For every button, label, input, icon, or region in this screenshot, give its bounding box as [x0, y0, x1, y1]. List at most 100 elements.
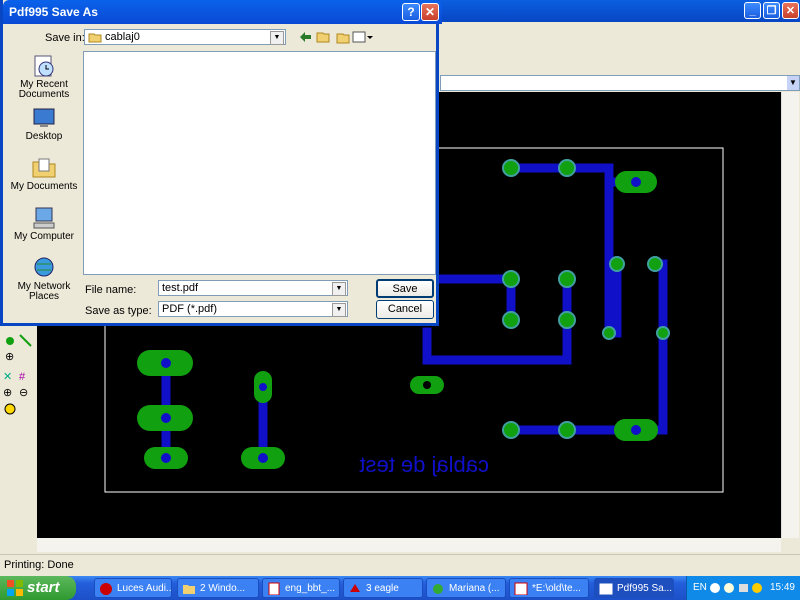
pad-hole [259, 383, 267, 391]
editor-icon [514, 582, 528, 595]
save-in-value: cablaj0 [105, 31, 140, 43]
pad [656, 326, 670, 340]
pad-hole [161, 453, 171, 463]
cancel-button[interactable]: Cancel [376, 300, 434, 319]
save-as-type-select[interactable]: PDF (*.pdf) ▼ [158, 301, 348, 317]
up-folder-icon [316, 32, 330, 43]
board-label: cablaj de test [359, 452, 489, 477]
zoom-in-icon: ⊕ [3, 387, 12, 399]
save-as-dialog: Pdf995 Save As ? ✕ Save in: cablaj0 ▼ My… [0, 0, 442, 326]
folder-icon [183, 585, 195, 594]
file-name-label: File name: [85, 284, 137, 296]
chevron-down-icon[interactable]: ▼ [787, 76, 799, 90]
pad [602, 326, 616, 340]
save-in-label: Save in: [45, 32, 85, 44]
pad-hole [258, 453, 268, 463]
tray-icons[interactable] [709, 581, 765, 595]
save-as-type-label: Save as type: [85, 305, 152, 317]
task-item[interactable]: Luces Audi... [94, 578, 172, 598]
file-list[interactable] [83, 51, 436, 275]
info-icon [4, 403, 16, 415]
ripup-tool-icon: ✕ [3, 371, 12, 383]
place-network[interactable]: My Network Places [9, 256, 79, 302]
language-indicator[interactable]: EN [693, 582, 707, 593]
chevron-down-icon[interactable]: ▼ [332, 282, 346, 296]
desktop-icon [31, 106, 57, 130]
pad [502, 311, 520, 329]
help-icon[interactable]: ? [402, 3, 420, 21]
back-icon [300, 32, 311, 42]
pad-hole [161, 358, 171, 368]
chevron-down-icon[interactable]: ▼ [332, 303, 346, 317]
file-name-input[interactable]: test.pdf ▼ [158, 280, 348, 296]
folder-icon [88, 31, 102, 46]
system-tray: EN 15:49 [686, 576, 800, 600]
task-item[interactable]: 3 eagle [343, 578, 423, 598]
maximize-icon[interactable]: ❐ [763, 2, 780, 19]
vertical-scrollbar[interactable] [781, 92, 799, 538]
place-desktop[interactable]: Desktop [9, 106, 79, 142]
status-text: Printing: Done [4, 559, 74, 571]
close-icon[interactable]: ✕ [421, 3, 439, 21]
place-recent-documents[interactable]: My Recent Documents [9, 54, 79, 100]
new-folder-icon [336, 33, 350, 44]
recent-documents-icon [31, 54, 57, 78]
places-bar: My Recent Documents Desktop My Documents… [9, 48, 77, 320]
pad-hole [423, 381, 431, 389]
zoom-out-icon: ⊖ [19, 387, 28, 399]
clock: 15:49 [769, 582, 795, 593]
pad-tool-icon [6, 337, 14, 345]
pad-hole [161, 413, 171, 423]
messenger-tray-icon [752, 583, 762, 593]
pad [502, 421, 520, 439]
task-item[interactable]: *E:\old\te... [509, 578, 589, 598]
horizontal-scrollbar[interactable] [37, 538, 781, 552]
volume-icon [739, 584, 748, 592]
place-my-computer[interactable]: My Computer [9, 206, 79, 242]
network-places-icon [31, 256, 57, 280]
messenger-icon [433, 584, 443, 594]
left-toolbox: ⊕ ✕ # ⊕ ⊖ [0, 320, 36, 540]
pad [502, 159, 520, 177]
task-item[interactable]: 2 Windo... [177, 578, 259, 598]
dialog-title: Pdf995 Save As [9, 5, 98, 19]
pad [558, 311, 576, 329]
my-documents-icon [31, 156, 57, 180]
back-arrow-icon [710, 583, 720, 593]
pad [609, 256, 625, 272]
pdf-icon [268, 582, 280, 595]
via-tool-icon: ⊕ [5, 351, 14, 363]
toolbox-icons[interactable]: ⊕ ✕ # ⊕ ⊖ [0, 320, 36, 540]
command-combo[interactable]: ▼ [440, 75, 800, 91]
pad-hole [631, 425, 641, 435]
statusbar: Printing: Done [0, 554, 800, 577]
pad [647, 256, 663, 272]
eagle-icon [350, 584, 360, 592]
trace-right [630, 259, 668, 435]
dialog-toolbar[interactable] [297, 29, 377, 45]
wire-tool-icon [19, 334, 32, 347]
start-button[interactable]: start [0, 576, 76, 600]
network-icon [724, 583, 734, 593]
minimize-icon[interactable]: _ [744, 2, 761, 19]
views-icon [352, 31, 366, 43]
taskbar: start Luces Audi... 2 Windo... eng_bbt_.… [0, 576, 800, 600]
windows-logo-icon [7, 580, 23, 596]
window-icon [599, 583, 613, 595]
task-item[interactable]: Mariana (... [426, 578, 506, 598]
opera-icon [100, 583, 112, 595]
save-button[interactable]: Save [376, 279, 434, 298]
dialog-titlebar[interactable]: Pdf995 Save As ? ✕ [3, 0, 442, 24]
task-item-active[interactable]: Pdf995 Sa... [594, 578, 674, 598]
place-my-documents[interactable]: My Documents [9, 156, 79, 192]
chevron-down-icon[interactable]: ▼ [270, 31, 284, 45]
task-item[interactable]: eng_bbt_... [262, 578, 340, 598]
close-icon[interactable]: ✕ [782, 2, 799, 19]
trace-top [506, 163, 614, 338]
pad [502, 270, 520, 288]
pad-hole [631, 177, 641, 187]
pad [558, 159, 576, 177]
pad [558, 421, 576, 439]
save-in-combo[interactable]: cablaj0 ▼ [84, 29, 286, 45]
my-computer-icon [31, 206, 57, 230]
